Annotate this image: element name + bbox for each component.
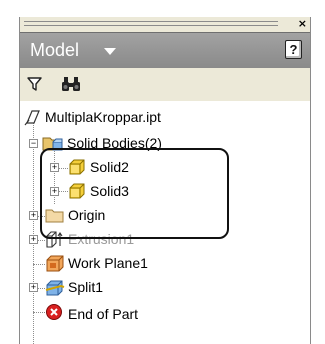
- split-icon: [45, 280, 65, 296]
- tree-connector: [33, 264, 45, 265]
- grip-line: [24, 25, 278, 26]
- chevron-down-icon[interactable]: [104, 48, 116, 55]
- expand-toggle[interactable]: +: [29, 211, 38, 220]
- tree-item-label: MultiplaKroppar.ipt: [45, 109, 161, 125]
- model-dropdown-label[interactable]: Model: [30, 40, 79, 61]
- solid-bodies-highlight: [40, 148, 229, 239]
- tree-item-label: End of Part: [68, 306, 139, 322]
- part-file-icon: [24, 110, 40, 126]
- model-browser-panel: × Model ? MultiplaKroppar.ipt − Solid Bo…: [19, 17, 311, 344]
- end-of-part-icon: [46, 304, 62, 320]
- panel-title-grip[interactable]: ×: [20, 17, 310, 32]
- expand-toggle[interactable]: +: [29, 235, 38, 244]
- tree-item-label: Split1: [68, 279, 104, 295]
- expand-toggle[interactable]: +: [29, 283, 38, 292]
- tree-item-label: Work Plane1: [68, 255, 148, 271]
- work-plane-icon: [46, 255, 64, 272]
- tree-connector: [33, 312, 45, 313]
- browser-header: Model ?: [20, 32, 310, 69]
- grip-line: [24, 21, 278, 22]
- browser-toolbar: [20, 68, 310, 102]
- filter-icon[interactable]: [27, 77, 42, 91]
- close-icon[interactable]: ×: [298, 18, 307, 30]
- tree-connector: [33, 118, 34, 344]
- collapse-toggle[interactable]: −: [29, 139, 38, 148]
- binoculars-icon[interactable]: [61, 76, 81, 92]
- help-button[interactable]: ?: [285, 40, 302, 59]
